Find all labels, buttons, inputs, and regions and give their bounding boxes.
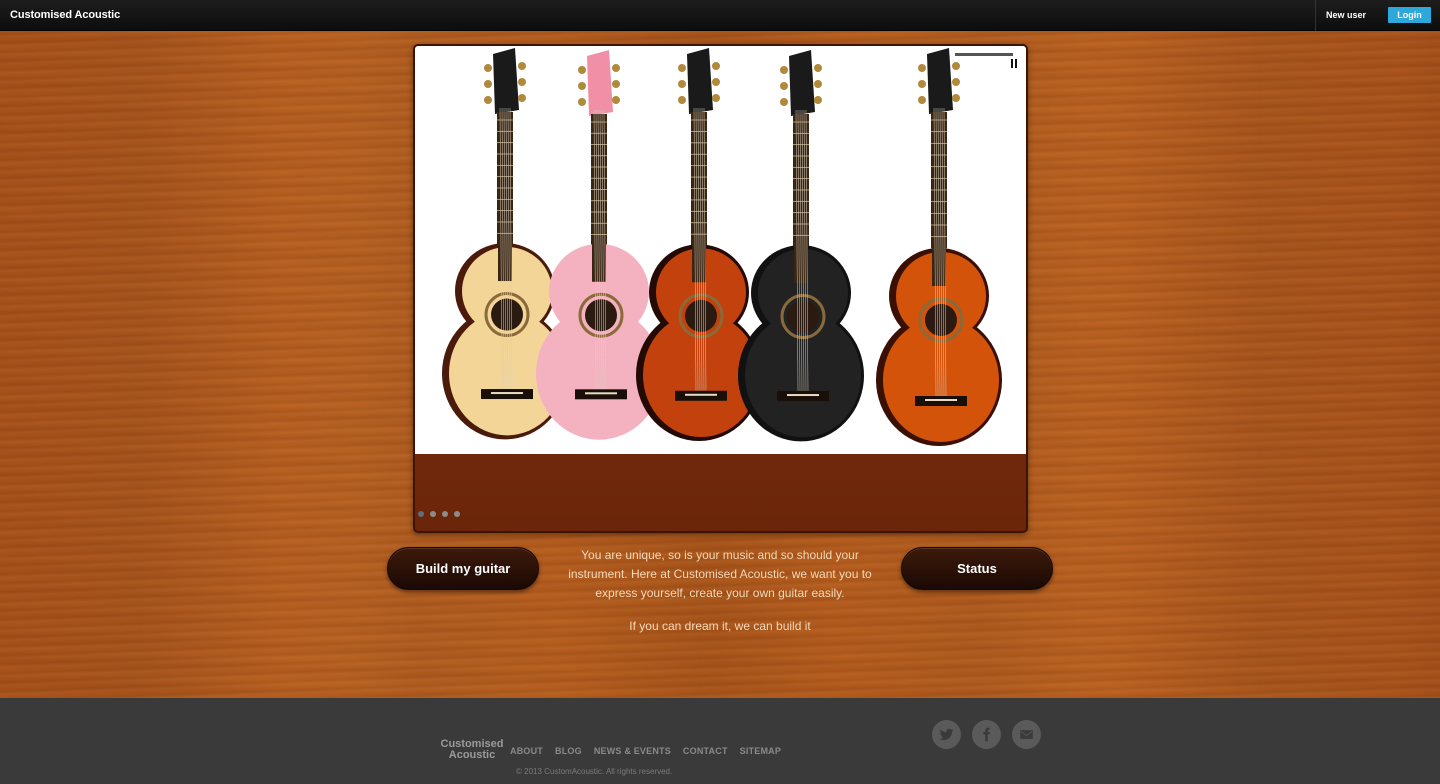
tuning-peg bbox=[484, 96, 492, 104]
tuning-peg bbox=[484, 80, 492, 88]
footer-link-about[interactable]: ABOUT bbox=[510, 746, 543, 756]
headstock-shape bbox=[493, 48, 519, 114]
tuning-peg bbox=[612, 64, 620, 72]
new-user-link[interactable]: New user bbox=[1326, 10, 1366, 20]
tuning-peg bbox=[918, 80, 926, 88]
headstock-shape bbox=[687, 48, 713, 114]
tuning-peg bbox=[780, 82, 788, 90]
twitter-icon[interactable] bbox=[932, 720, 961, 749]
saddle-shape bbox=[685, 393, 717, 396]
sound-hole bbox=[685, 299, 717, 332]
tuning-peg bbox=[578, 82, 586, 90]
sound-hole bbox=[925, 304, 957, 336]
facebook-glyph bbox=[983, 727, 990, 742]
tuning-peg bbox=[712, 62, 720, 70]
brand-logo[interactable]: Customised Acoustic bbox=[10, 9, 120, 21]
tuning-peg bbox=[678, 64, 686, 72]
footer-links: ABOUT BLOG NEWS & EVENTS CONTACT SITEMAP bbox=[510, 746, 781, 756]
saddle-shape bbox=[585, 392, 617, 395]
tuning-peg bbox=[712, 94, 720, 102]
image-slider bbox=[413, 44, 1028, 533]
tuning-peg bbox=[918, 64, 926, 72]
twitter-glyph bbox=[939, 728, 954, 740]
tuning-peg bbox=[518, 94, 526, 102]
facebook-icon[interactable] bbox=[972, 720, 1001, 749]
slider-dot[interactable] bbox=[418, 511, 424, 517]
sound-hole bbox=[585, 299, 617, 332]
sound-hole bbox=[787, 300, 819, 333]
tuning-peg bbox=[918, 96, 926, 104]
footer-link-blog[interactable]: BLOG bbox=[555, 746, 582, 756]
slider-dot[interactable] bbox=[442, 511, 448, 517]
navbar-divider bbox=[1315, 0, 1316, 31]
slider-dot[interactable] bbox=[454, 511, 460, 517]
tuning-peg bbox=[518, 62, 526, 70]
black-guitar-image bbox=[738, 50, 864, 442]
build-my-guitar-button[interactable]: Build my guitar bbox=[387, 547, 539, 590]
login-button[interactable]: Login bbox=[1388, 7, 1431, 23]
saddle-shape bbox=[925, 399, 957, 401]
tuning-peg bbox=[712, 78, 720, 86]
email-icon[interactable] bbox=[1012, 720, 1041, 749]
tuning-peg bbox=[814, 64, 822, 72]
tagline: If you can dream it, we can build it bbox=[629, 619, 811, 633]
saddle-shape bbox=[787, 394, 819, 397]
sound-hole bbox=[491, 298, 523, 331]
saddle-shape bbox=[491, 392, 523, 395]
tuning-peg bbox=[678, 96, 686, 104]
headstock-shape bbox=[927, 48, 953, 114]
tuning-peg bbox=[780, 98, 788, 106]
slider-timer-bar bbox=[955, 53, 1013, 56]
footer: Customised Acoustic ABOUT BLOG NEWS & EVEN… bbox=[0, 698, 1440, 784]
intro-text: You are unique, so is your music and so … bbox=[568, 548, 872, 600]
body-lower-top bbox=[883, 318, 999, 442]
pause-icon[interactable] bbox=[1010, 59, 1018, 69]
slide-image bbox=[415, 46, 1026, 454]
tuning-peg bbox=[578, 66, 586, 74]
headstock-shape bbox=[587, 50, 613, 116]
tuning-peg bbox=[612, 80, 620, 88]
footer-brand-line2: Acoustic bbox=[448, 749, 496, 761]
footer-link-news-events[interactable]: NEWS & EVENTS bbox=[594, 746, 671, 756]
tuning-peg bbox=[952, 62, 960, 70]
tuning-peg bbox=[518, 78, 526, 86]
tuning-peg bbox=[952, 78, 960, 86]
slider-dot[interactable] bbox=[430, 511, 436, 517]
headstock-shape bbox=[789, 50, 815, 116]
tuning-peg bbox=[814, 96, 822, 104]
slider-pagination bbox=[418, 511, 460, 517]
tuning-peg bbox=[612, 96, 620, 104]
tuning-peg bbox=[678, 80, 686, 88]
tuning-peg bbox=[484, 64, 492, 72]
tuning-peg bbox=[952, 94, 960, 102]
tuning-peg bbox=[814, 80, 822, 88]
guitars-image bbox=[442, 48, 1002, 446]
email-glyph bbox=[1020, 730, 1033, 739]
orange-guitar-image bbox=[876, 48, 1002, 446]
footer-brand[interactable]: Customised Acoustic bbox=[436, 739, 508, 761]
footer-link-sitemap[interactable]: SITEMAP bbox=[740, 746, 781, 756]
status-button[interactable]: Status bbox=[901, 547, 1053, 590]
footer-link-contact[interactable]: CONTACT bbox=[683, 746, 728, 756]
top-navbar: Customised Acoustic New user Login bbox=[0, 0, 1440, 31]
copyright-text: © 2013 CustomAcoustic. All rights reserv… bbox=[516, 767, 673, 776]
tuning-peg bbox=[578, 98, 586, 106]
tuning-peg bbox=[780, 66, 788, 74]
